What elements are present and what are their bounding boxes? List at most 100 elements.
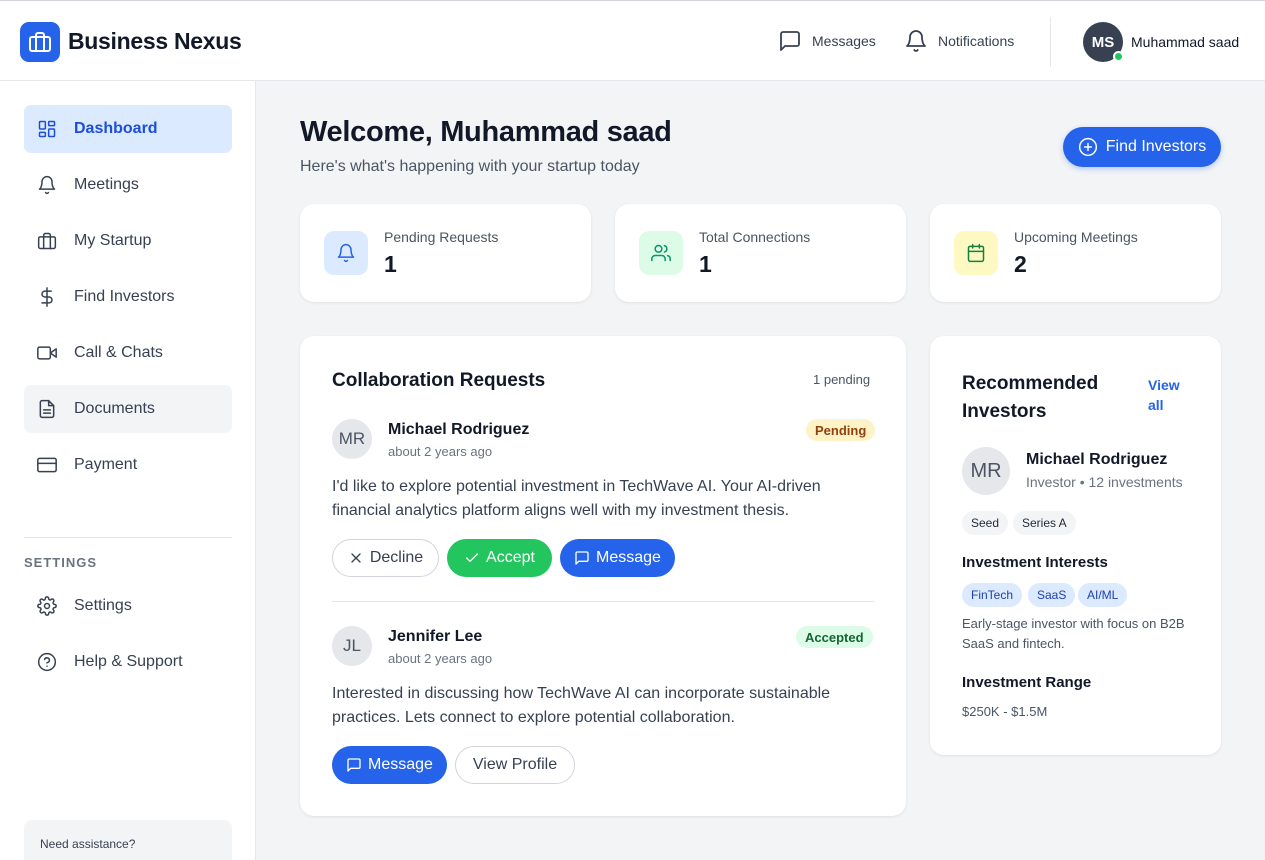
stat-label: Upcoming Meetings xyxy=(1014,229,1138,245)
stat-value: 1 xyxy=(699,251,712,277)
stat-value: 2 xyxy=(1014,251,1027,277)
accept-button[interactable]: Accept xyxy=(447,539,552,577)
investor-role: Investor • 12 investments xyxy=(1026,474,1183,490)
sidebar-item-label: Call & Chats xyxy=(74,344,163,361)
collaboration-requests-title: Collaboration Requests xyxy=(332,370,546,391)
request-message: Interested in discussing how TechWave AI… xyxy=(332,685,831,726)
sidebar-item-find-investors[interactable]: Find Investors xyxy=(24,273,232,321)
header-divider xyxy=(1050,17,1051,67)
sidebar-item-settings[interactable]: Settings xyxy=(24,582,232,630)
status-badge: Pending xyxy=(806,419,876,441)
stat-card-total-connections: Total Connections 1 xyxy=(615,204,906,302)
request-time: about 2 years ago xyxy=(388,444,493,459)
message-button[interactable]: Message xyxy=(332,746,447,784)
assistance-text: Need assistance? xyxy=(40,837,136,851)
investor-bio: Early-stage investor with focus on B2B S… xyxy=(962,616,1185,651)
interest-chip: FinTech xyxy=(962,583,1023,607)
sidebar-item-label: Payment xyxy=(74,456,138,473)
page-subtitle: Here's what's happening with your startu… xyxy=(300,158,640,175)
stat-value: 1 xyxy=(384,251,397,277)
stage-chip: Seed xyxy=(962,511,1009,535)
sidebar-item-meetings[interactable]: Meetings xyxy=(24,161,232,209)
pending-count: 1 pending xyxy=(813,372,871,387)
document-icon xyxy=(37,399,57,419)
requester-name[interactable]: Michael Rodriguez xyxy=(388,421,529,439)
view-all-line: all xyxy=(1148,397,1164,413)
find-investors-label: Find Investors xyxy=(1105,138,1207,155)
investment-interests-heading: Investment Interests xyxy=(962,554,1108,571)
messages-label: Messages xyxy=(812,33,876,49)
title-line: Investors xyxy=(962,401,1047,422)
users-icon xyxy=(639,231,683,275)
decline-button[interactable]: Decline xyxy=(332,539,439,577)
sidebar-item-label: Dashboard xyxy=(74,120,158,137)
notifications-label: Notifications xyxy=(938,33,1015,49)
message-label: Message xyxy=(596,549,661,566)
interest-chip: SaaS xyxy=(1028,583,1076,607)
stat-label: Total Connections xyxy=(699,229,811,245)
dashboard-icon xyxy=(37,119,57,139)
avatar-initials: MR xyxy=(970,459,1002,482)
message-icon xyxy=(346,757,362,773)
calendar-icon xyxy=(954,231,998,275)
sidebar-item-dashboard[interactable]: Dashboard xyxy=(24,105,232,153)
message-button[interactable]: Message xyxy=(560,539,675,577)
status-badge: Accepted xyxy=(796,626,873,648)
top-bar: Business Nexus Messages Notifications MS… xyxy=(0,0,1265,81)
help-icon xyxy=(37,652,57,672)
avatar: MR xyxy=(332,419,372,459)
stage-chip: Series A xyxy=(1013,511,1076,535)
sidebar-item-documents[interactable]: Documents xyxy=(24,385,232,433)
investment-range-heading: Investment Range xyxy=(962,674,1092,691)
message-label: Message xyxy=(368,756,433,773)
find-investors-button[interactable]: Find Investors xyxy=(1063,127,1221,167)
view-all-link[interactable]: View all xyxy=(1148,375,1180,415)
sidebar-item-label: Help & Support xyxy=(74,653,183,670)
dollar-icon xyxy=(37,287,57,307)
bell-icon xyxy=(324,231,368,275)
online-status-dot xyxy=(1113,51,1124,62)
check-icon xyxy=(464,550,480,566)
sidebar-item-label: Documents xyxy=(74,400,155,417)
sidebar-item-help-support[interactable]: Help & Support xyxy=(24,638,232,686)
brand-name[interactable]: Business Nexus xyxy=(68,28,242,55)
video-icon xyxy=(37,343,57,363)
title-line: Recommended xyxy=(962,373,1099,394)
notifications-link[interactable]: Notifications xyxy=(904,29,1014,53)
view-all-line: View xyxy=(1148,377,1180,393)
request-time: about 2 years ago xyxy=(388,651,493,666)
investment-range-value: $250K - $1.5M xyxy=(962,704,1048,719)
plus-circle-icon xyxy=(1078,137,1098,157)
decline-label: Decline xyxy=(369,549,424,566)
sidebar-item-my-startup[interactable]: My Startup xyxy=(24,217,232,265)
request-divider xyxy=(332,601,874,602)
accept-label: Accept xyxy=(486,549,535,566)
request-message: I'd like to explore potential investment… xyxy=(332,478,821,519)
sidebar-item-label: Find Investors xyxy=(74,288,175,305)
view-profile-button[interactable]: View Profile xyxy=(455,746,575,784)
briefcase-logo-icon[interactable] xyxy=(20,22,60,62)
investor-name[interactable]: Michael Rodriguez xyxy=(1026,451,1167,469)
avatar-initials: MR xyxy=(338,429,366,448)
requester-name[interactable]: Jennifer Lee xyxy=(388,628,482,646)
assistance-box: Need assistance? xyxy=(24,820,232,860)
sidebar-item-label: My Startup xyxy=(74,232,152,249)
sidebar: Dashboard Meetings My Startup Find Inves… xyxy=(0,81,256,860)
user-avatar[interactable]: MS xyxy=(1083,22,1124,62)
sidebar-item-call-chats[interactable]: Call & Chats xyxy=(24,329,232,377)
stat-card-pending-requests: Pending Requests 1 xyxy=(300,204,591,302)
message-icon xyxy=(778,29,802,53)
credit-card-icon xyxy=(37,455,57,475)
stat-card-upcoming-meetings: Upcoming Meetings 2 xyxy=(930,204,1221,302)
settings-heading: SETTINGS xyxy=(24,555,98,570)
page-title: Welcome, Muhammad saad xyxy=(300,116,672,148)
user-name[interactable]: Muhammad saad xyxy=(1131,34,1239,50)
bell-icon xyxy=(904,29,928,53)
messages-link[interactable]: Messages xyxy=(778,29,876,53)
sidebar-item-label: Meetings xyxy=(74,176,139,193)
sidebar-item-label: Settings xyxy=(74,597,132,614)
recommended-investors-title: Recommended Investors xyxy=(962,370,1098,426)
sidebar-item-payment[interactable]: Payment xyxy=(24,441,232,489)
view-profile-label: View Profile xyxy=(472,756,558,773)
avatar-initials: JL xyxy=(343,636,361,655)
